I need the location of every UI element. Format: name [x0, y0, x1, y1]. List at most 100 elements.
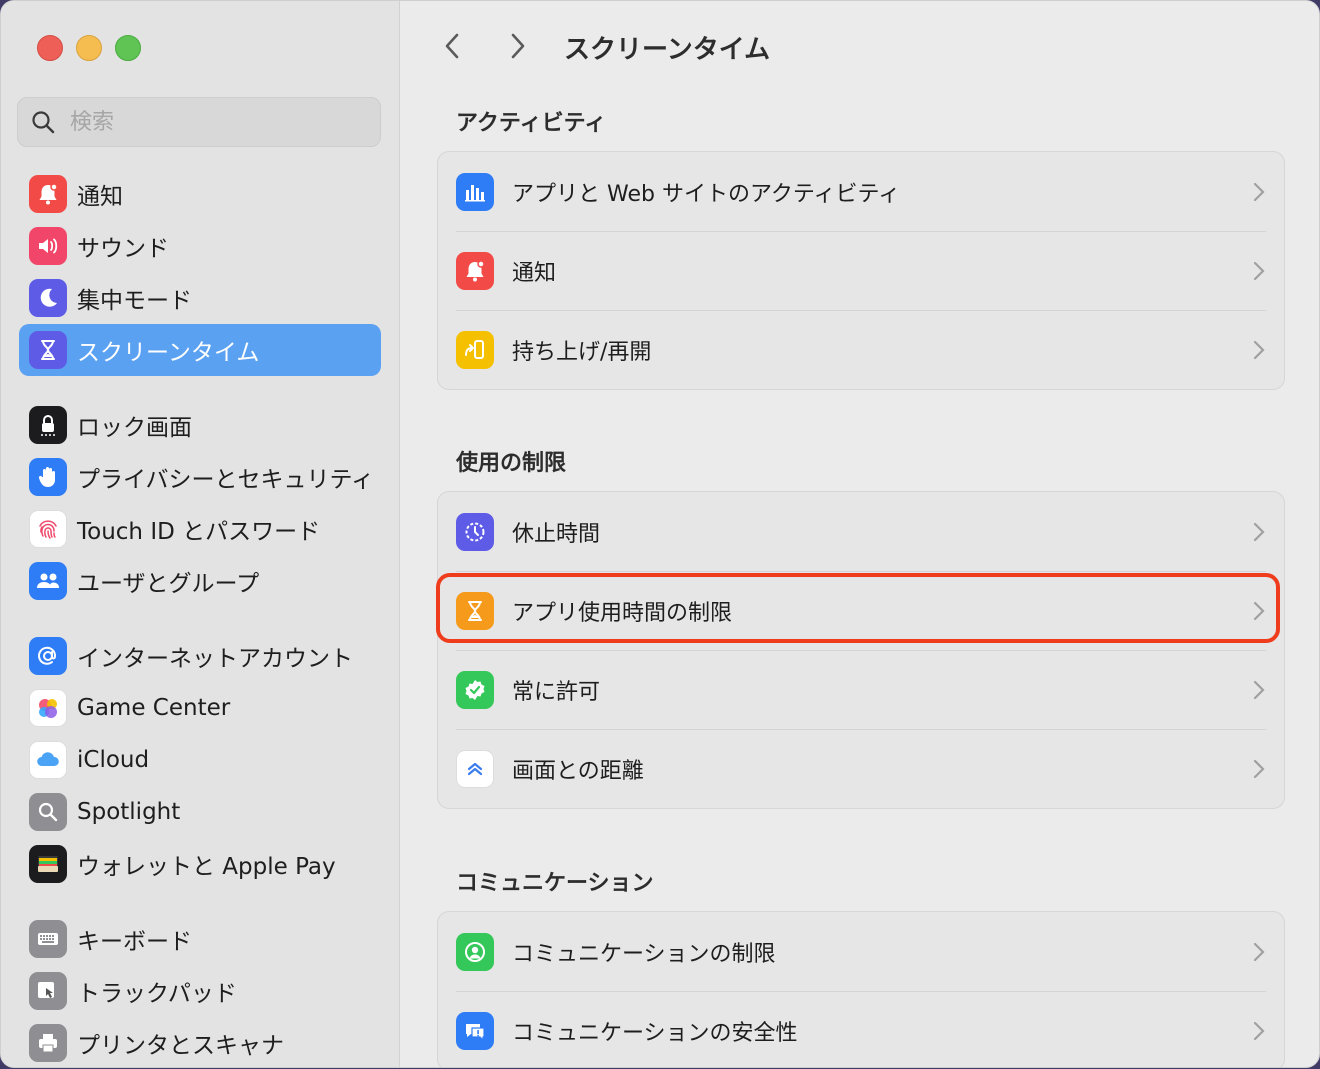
row-label: 休止時間: [512, 521, 601, 547]
page-title: スクリーンタイム: [564, 35, 771, 65]
cloud-icon: [29, 741, 67, 779]
sidebar-item-privacy-security[interactable]: プライバシーとセキュリティ: [19, 451, 381, 503]
at-icon: [29, 637, 67, 675]
search-icon: [32, 111, 55, 134]
sidebar-item-label: 通知: [77, 184, 123, 210]
users-icon: [29, 562, 67, 600]
sidebar-item-label: インターネットアカウント: [77, 646, 353, 672]
printer-icon: [29, 1024, 67, 1062]
sidebar-item-screen-time[interactable]: スクリーンタイム: [19, 324, 381, 376]
sidebar-item-lock-screen[interactable]: ロック画面: [19, 399, 381, 451]
row-always-allowed[interactable]: 常に許可: [438, 650, 1284, 729]
row-communication-safety[interactable]: コミュニケーションの安全性: [438, 991, 1284, 1067]
wallet-icon: [29, 845, 67, 883]
activity-card: アプリと Web サイトのアクティビティ 通知 持ち上げ/再開: [437, 151, 1285, 390]
sidebar-item-label: スクリーンタイム: [77, 340, 260, 366]
sidebar-item-sound[interactable]: サウンド: [19, 220, 381, 272]
row-communication-limits[interactable]: コミュニケーションの制限: [438, 912, 1284, 991]
section-title-communication: コミュニケーション: [456, 871, 654, 896]
sidebar-item-printers[interactable]: プリンタとスキャナ: [19, 1017, 381, 1067]
back-chevron-icon[interactable]: [436, 29, 470, 63]
lock-icon: [29, 406, 67, 444]
hourglass-icon: [456, 591, 494, 630]
window-controls: [37, 35, 141, 61]
bell-icon: [456, 251, 494, 290]
sidebar-group-3: インターネットアカウント Game Center iCloud Spotligh…: [19, 630, 381, 890]
sidebar-item-label: Touch ID とパスワード: [77, 519, 321, 545]
main-pane: スクリーンタイム アクティビティ アプリと Web サイトのアクティビティ 通知: [400, 1, 1319, 1067]
sidebar-item-label: プリンタとスキャナ: [77, 1033, 284, 1059]
sidebar-item-label: Spotlight: [77, 799, 181, 825]
row-app-web-activity[interactable]: アプリと Web サイトのアクティビティ: [438, 152, 1284, 231]
close-button[interactable]: [37, 35, 63, 61]
limits-card: 休止時間 アプリ使用時間の制限 常に許可 画面との距離: [437, 491, 1285, 809]
row-downtime[interactable]: 休止時間: [438, 492, 1284, 571]
chevrons-up-icon: [456, 749, 494, 788]
sidebar: 通知 サウンド 集中モード スクリーンタイム: [1, 1, 400, 1067]
person-circle-icon: [456, 932, 494, 971]
row-pickups[interactable]: 持ち上げ/再開: [438, 310, 1284, 389]
magnifier-icon: [29, 793, 67, 831]
row-label: 画面との距離: [512, 758, 644, 784]
hourglass-icon: [29, 331, 67, 369]
bell-icon: [29, 175, 67, 213]
row-label: アプリ使用時間の制限: [512, 600, 733, 626]
sidebar-item-wallet[interactable]: ウォレットと Apple Pay: [19, 838, 381, 890]
chevron-right-icon: [1253, 182, 1265, 201]
search-field[interactable]: [17, 97, 381, 147]
sidebar-group-2: ロック画面 プライバシーとセキュリティ Touch ID とパスワード ユーザと…: [19, 399, 381, 607]
row-label: アプリと Web サイトのアクティビティ: [512, 181, 901, 207]
sidebar-item-internet-accounts[interactable]: インターネットアカウント: [19, 630, 381, 682]
settings-window: 通知 サウンド 集中モード スクリーンタイム: [0, 0, 1320, 1068]
downtime-icon: [456, 512, 494, 551]
trackpad-icon: [29, 972, 67, 1010]
sidebar-item-label: キーボード: [77, 929, 192, 955]
sidebar-group-4: キーボード トラックパッド プリンタとスキャナ: [19, 913, 381, 1067]
sidebar-item-label: プライバシーとセキュリティ: [77, 467, 375, 493]
minimize-button[interactable]: [76, 35, 102, 61]
row-app-limits[interactable]: アプリ使用時間の制限: [438, 571, 1284, 650]
sidebar-item-label: ユーザとグループ: [77, 571, 260, 597]
game-center-icon: [29, 689, 67, 727]
checkmark-badge-icon: [456, 670, 494, 709]
row-screen-distance[interactable]: 画面との距離: [438, 729, 1284, 808]
forward-chevron-icon[interactable]: [500, 29, 534, 63]
sidebar-item-spotlight[interactable]: Spotlight: [19, 786, 381, 838]
moon-icon: [29, 279, 67, 317]
pickup-icon: [456, 330, 494, 369]
message-alert-icon: [456, 1011, 494, 1050]
row-label: 持ち上げ/再開: [512, 339, 652, 365]
sidebar-item-focus[interactable]: 集中モード: [19, 272, 381, 324]
communication-card: コミュニケーションの制限 コミュニケーションの安全性: [437, 911, 1285, 1067]
sidebar-item-label: サウンド: [77, 236, 169, 262]
chevron-right-icon: [1253, 261, 1265, 280]
row-label: 通知: [512, 260, 557, 286]
zoom-button[interactable]: [115, 35, 141, 61]
chevron-right-icon: [1253, 340, 1265, 359]
chevron-right-icon: [1253, 601, 1265, 620]
chevron-right-icon: [1253, 942, 1265, 961]
row-notifications[interactable]: 通知: [438, 231, 1284, 310]
sidebar-item-touch-id[interactable]: Touch ID とパスワード: [19, 503, 381, 555]
sidebar-item-icloud[interactable]: iCloud: [19, 734, 381, 786]
hand-icon: [29, 458, 67, 496]
fingerprint-icon: [29, 510, 67, 548]
sidebar-item-label: iCloud: [77, 747, 150, 773]
chevron-right-icon: [1253, 759, 1265, 778]
sidebar-item-game-center[interactable]: Game Center: [19, 682, 381, 734]
sidebar-item-notifications[interactable]: 通知: [19, 168, 381, 220]
sidebar-item-keyboard[interactable]: キーボード: [19, 913, 381, 965]
speaker-icon: [29, 227, 67, 265]
chevron-right-icon: [1253, 522, 1265, 541]
sidebar-item-users-groups[interactable]: ユーザとグループ: [19, 555, 381, 607]
sidebar-item-label: トラックパッド: [77, 981, 237, 1007]
sidebar-item-trackpad[interactable]: トラックパッド: [19, 965, 381, 1017]
section-title-activity: アクティビティ: [456, 111, 607, 136]
row-label: コミュニケーションの制限: [512, 941, 776, 967]
chevron-right-icon: [1253, 1021, 1265, 1040]
search-input[interactable]: [68, 108, 352, 136]
bar-chart-icon: [456, 172, 494, 211]
row-label: 常に許可: [512, 679, 601, 705]
sidebar-item-label: 集中モード: [77, 288, 192, 314]
keyboard-icon: [29, 920, 67, 958]
